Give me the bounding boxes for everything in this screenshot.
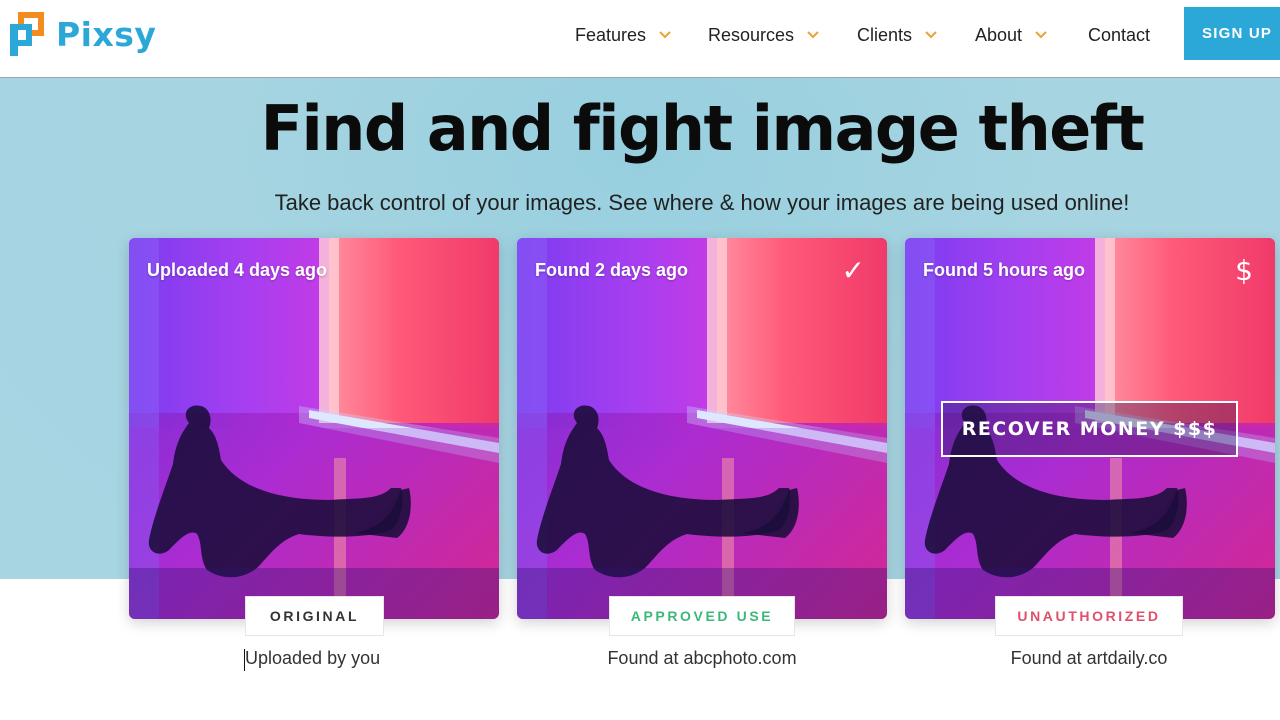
- hero-title: Find and fight image theft: [260, 92, 1145, 165]
- nav-label: Resources: [708, 24, 795, 45]
- chevron-down-icon: [807, 31, 819, 39]
- card-caption: Uploaded 4 days ago: [147, 260, 328, 280]
- tag-approved-use: APPROVED USE: [609, 596, 795, 636]
- nav-label: Features: [575, 24, 647, 45]
- card-unauthorized[interactable]: Found 5 hours ago $ RECOVER MONEY $$$: [905, 238, 1275, 619]
- photo-neon-room: [517, 238, 887, 619]
- dollar-icon: $: [1235, 254, 1253, 287]
- pixsy-logo-icon: [10, 12, 44, 56]
- nav-item-about[interactable]: About: [975, 22, 1048, 48]
- chevron-down-icon: [659, 31, 671, 39]
- checkmark-icon: ✓: [841, 254, 865, 287]
- card-caption: Found 5 hours ago: [923, 260, 1085, 280]
- nav-item-resources[interactable]: Resources: [708, 22, 820, 48]
- signup-button[interactable]: SIGN UP: [1184, 7, 1280, 60]
- nav-item-clients[interactable]: Clients: [857, 22, 938, 48]
- photo-neon-room: [129, 238, 499, 619]
- nav-label: Contact: [1088, 24, 1151, 45]
- card-original[interactable]: Uploaded 4 days ago: [129, 238, 499, 619]
- card-footer-approved: Found at abcphoto.com: [607, 648, 797, 668]
- chevron-down-icon: [925, 31, 937, 39]
- recover-money-button[interactable]: RECOVER MONEY $$$: [941, 401, 1238, 457]
- tag-unauthorized: UNAUTHORIZED: [995, 596, 1183, 636]
- site-header: Pixsy Features Resources Clients About C…: [0, 0, 1280, 78]
- card-approved[interactable]: Found 2 days ago ✓: [517, 238, 887, 619]
- tag-original: ORIGINAL: [245, 596, 384, 636]
- nav-item-features[interactable]: Features: [575, 22, 672, 48]
- nav-label: Clients: [857, 24, 913, 45]
- nav-label: About: [975, 24, 1023, 45]
- pixsy-logo[interactable]: Pixsy: [10, 10, 156, 58]
- card-caption: Found 2 days ago: [535, 260, 689, 280]
- chevron-down-icon: [1035, 31, 1047, 39]
- nav-item-contact[interactable]: Contact: [1088, 22, 1150, 48]
- card-footer-unauthorized: Found at artdaily.co: [1010, 648, 1168, 668]
- card-footer-original: Uploaded by you: [245, 648, 381, 668]
- logo-text: Pixsy: [56, 14, 157, 54]
- hero-subtitle: Take back control of your images. See wh…: [274, 190, 1130, 215]
